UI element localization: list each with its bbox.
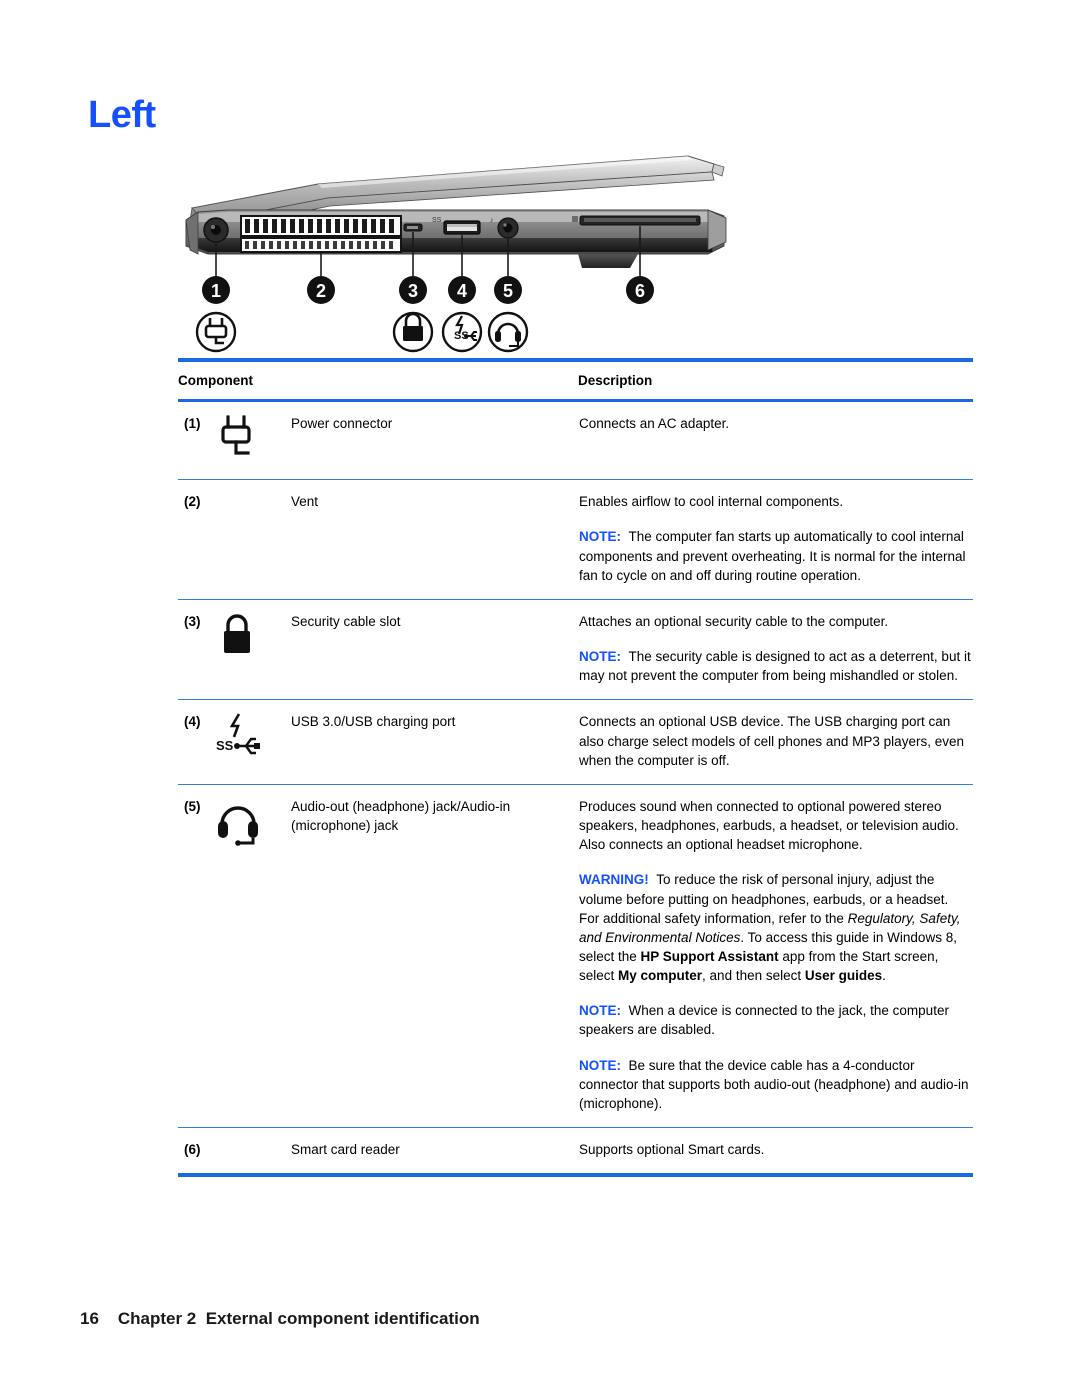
component-table: Component Description (1) Power connecto… bbox=[178, 358, 973, 1178]
description-paragraph: Attaches an optional security cable to t… bbox=[579, 613, 889, 629]
svg-text:SS: SS bbox=[216, 738, 234, 753]
component-name: Power connector bbox=[290, 400, 578, 481]
note-text: When a device is connected to the jack, … bbox=[579, 1003, 949, 1038]
description-paragraph: Produces sound when connected to optiona… bbox=[579, 798, 959, 853]
row-number: (4) bbox=[178, 699, 214, 785]
security-slot bbox=[403, 223, 423, 232]
row-number: (5) bbox=[178, 784, 214, 1129]
table-row: (4) SS USB 3.0/USB charging port Connect… bbox=[178, 699, 973, 785]
component-description: Enables airflow to cool internal compone… bbox=[578, 479, 973, 600]
component-description: Attaches an optional security cable to t… bbox=[578, 599, 973, 701]
page-title: Left bbox=[88, 94, 156, 136]
note-label: NOTE: bbox=[579, 529, 621, 545]
lock-icon bbox=[214, 599, 290, 701]
headset-icon bbox=[214, 784, 290, 1129]
svg-text:SS: SS bbox=[432, 217, 442, 224]
component-name: USB 3.0/USB charging port bbox=[290, 699, 578, 785]
component-name: Audio-out (headphone) jack/Audio-in (mic… bbox=[290, 784, 578, 1129]
callout-bullets: 1 2 3 4 5 6 bbox=[202, 276, 654, 304]
note-paragraph: NOTE: The computer fan starts up automat… bbox=[579, 527, 972, 584]
row-number: (6) bbox=[178, 1127, 214, 1178]
svg-text:1: 1 bbox=[211, 281, 221, 301]
description-paragraph: Connects an optional USB device. The USB… bbox=[579, 714, 964, 768]
document-page: Left SS ♪ 1 2 3 4 5 6 SS Component Descr… bbox=[0, 0, 1080, 1397]
svg-text:6: 6 bbox=[635, 281, 645, 301]
warning-label: WARNING! bbox=[579, 872, 649, 888]
svg-text:2: 2 bbox=[316, 281, 326, 301]
note-text: The security cable is designed to act as… bbox=[579, 649, 971, 684]
component-description: Produces sound when connected to optiona… bbox=[578, 784, 973, 1129]
note-paragraph: NOTE: Be sure that the device cable has … bbox=[579, 1056, 972, 1113]
note-text: The computer fan starts up automatically… bbox=[579, 529, 966, 583]
warning-paragraph: WARNING! To reduce the risk of personal … bbox=[579, 870, 972, 985]
svg-text:♪: ♪ bbox=[490, 217, 494, 224]
usb-ss-charging-icon: SS bbox=[214, 699, 290, 785]
warning-bold-my-computer: My computer bbox=[618, 968, 703, 984]
component-name: Vent bbox=[290, 479, 578, 600]
note-paragraph: NOTE: When a device is connected to the … bbox=[579, 1001, 972, 1039]
table-header-row: Component Description bbox=[178, 358, 973, 403]
table-row: (3) Security cable slot Attaches an opti… bbox=[178, 599, 973, 701]
warning-bold-user-guides: User guides bbox=[804, 968, 883, 984]
power-connector-icon bbox=[214, 400, 290, 481]
svg-text:5: 5 bbox=[503, 281, 513, 301]
component-description: Supports optional Smart cards. bbox=[578, 1127, 973, 1178]
note-label: NOTE: bbox=[579, 1003, 621, 1019]
table-row: (1) Power connector Connects an AC adapt… bbox=[178, 400, 973, 481]
footer-chapter-title: External component identification bbox=[205, 1309, 480, 1328]
footer-chapter: Chapter 2 bbox=[117, 1309, 197, 1328]
row-number: (3) bbox=[178, 599, 214, 701]
component-name: Security cable slot bbox=[290, 599, 578, 701]
warning-bold-hp-support-assistant: HP Support Assistant bbox=[640, 948, 779, 964]
laptop-left-side-illustration: SS ♪ 1 2 3 4 5 6 SS bbox=[168, 150, 738, 355]
note-text: Be sure that the device cable has a 4-co… bbox=[579, 1057, 969, 1111]
header-component: Component bbox=[178, 358, 578, 403]
component-description: Connects an AC adapter. bbox=[578, 400, 973, 481]
table-row: (6) Smart card reader Supports optional … bbox=[178, 1127, 973, 1178]
description-paragraph: Enables airflow to cool internal compone… bbox=[579, 494, 844, 510]
vent-grille bbox=[240, 215, 402, 253]
header-description: Description bbox=[578, 358, 973, 403]
table-row: (5) Audio-out (headphone) jack/Audio-in … bbox=[178, 784, 973, 1129]
table-row: (2) Vent Enables airflow to cool interna… bbox=[178, 479, 973, 600]
smart-card-slot bbox=[572, 215, 701, 226]
note-label: NOTE: bbox=[579, 1057, 621, 1073]
warning-text-4: , and then select bbox=[702, 968, 805, 984]
component-name: Smart card reader bbox=[290, 1127, 578, 1178]
component-description: Connects an optional USB device. The USB… bbox=[578, 699, 973, 785]
svg-text:4: 4 bbox=[457, 281, 467, 301]
svg-text:3: 3 bbox=[408, 281, 418, 301]
row-number: (1) bbox=[178, 400, 214, 481]
footer-page-number: 16 bbox=[80, 1309, 99, 1328]
warning-text-5: . bbox=[882, 968, 886, 984]
callout-symbol-icons: SS bbox=[195, 311, 529, 353]
power-port bbox=[203, 217, 229, 243]
description-paragraph: Supports optional Smart cards. bbox=[579, 1142, 765, 1158]
page-footer: 16 Chapter 2 External component identifi… bbox=[80, 1309, 480, 1329]
note-paragraph: NOTE: The security cable is designed to … bbox=[579, 647, 972, 685]
note-label: NOTE: bbox=[579, 649, 621, 665]
no-icon bbox=[214, 479, 290, 600]
no-icon bbox=[214, 1127, 290, 1178]
row-number: (2) bbox=[178, 479, 214, 600]
description-paragraph: Connects an AC adapter. bbox=[579, 416, 730, 432]
